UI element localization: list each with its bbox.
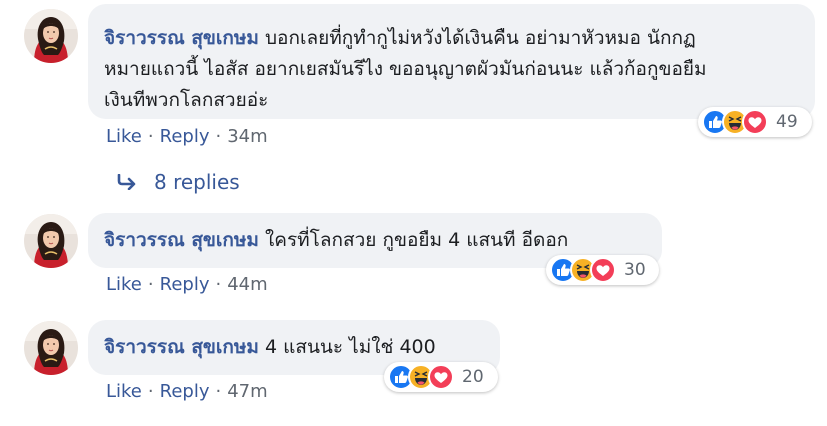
comment-timestamp[interactable]: 47m: [227, 381, 267, 402]
separator-dot: ·: [215, 274, 222, 295]
reaction-icons: [388, 364, 448, 390]
comment-text-line-3: เงินทีพวกโลกสวยอ่ะ: [104, 89, 269, 111]
reaction-icons: [550, 257, 610, 283]
reply-button[interactable]: Reply: [160, 274, 210, 295]
comment-text: ใครที่โลกสวย กูขอยืม 4 แสนที อีดอก: [264, 229, 569, 251]
comment-text: บอกเลยที่กูทำกูไม่หวังได้เงินคืน อย่ามาห…: [264, 27, 696, 49]
reply-button[interactable]: Reply: [160, 381, 210, 402]
reaction-summary[interactable]: 20: [384, 362, 498, 392]
comment-actions: Like · Reply · 34m: [106, 126, 268, 147]
reply-arrow-icon: [117, 174, 136, 190]
avatar-image: [24, 321, 78, 375]
comment-timestamp[interactable]: 34m: [227, 126, 267, 147]
comment-thread: จิราวรรณ สุขเกษม บอกเลยที่กูทำกูไม่หวังได…: [0, 0, 827, 426]
reaction-count: 49: [776, 112, 798, 132]
love-icon: [428, 364, 454, 390]
comment-author[interactable]: จิราวรรณ สุขเกษม: [104, 336, 259, 358]
reaction-count: 20: [462, 367, 484, 387]
comment-text-line-2: หมายแถวนี้ ไอสัส อยากเยสมันรึไง ขออนุญาต…: [104, 58, 707, 80]
love-icon: [742, 109, 768, 135]
replies-count-label[interactable]: 8 replies: [154, 170, 240, 194]
comment-bubble: จิราวรรณ สุขเกษม บอกเลยที่กูทำกูไม่หวังได…: [88, 4, 815, 119]
like-button[interactable]: Like: [106, 274, 142, 295]
separator-dot: ·: [147, 126, 154, 147]
comment-author[interactable]: จิราวรรณ สุขเกษม: [104, 27, 259, 49]
reaction-icons: [702, 109, 762, 135]
avatar-image: [24, 9, 78, 63]
separator-dot: ·: [147, 381, 154, 402]
avatar[interactable]: [24, 214, 78, 268]
comment-text: 4 แสนนะ ไม่ใช่ 400: [264, 336, 436, 358]
separator-dot: ·: [215, 126, 222, 147]
love-icon: [590, 257, 616, 283]
avatar-image: [24, 214, 78, 268]
comment-actions: Like · Reply · 44m: [106, 274, 268, 295]
reply-button[interactable]: Reply: [160, 126, 210, 147]
comment-author[interactable]: จิราวรรณ สุขเกษม: [104, 229, 259, 251]
like-button[interactable]: Like: [106, 381, 142, 402]
separator-dot: ·: [147, 274, 154, 295]
comment-line: จิราวรรณ สุขเกษม บอกเลยที่กูทำกูไม่หวังได…: [104, 23, 799, 54]
reaction-summary[interactable]: 30: [546, 255, 659, 285]
like-button[interactable]: Like: [106, 126, 142, 147]
reaction-count: 30: [624, 260, 646, 280]
comment-timestamp[interactable]: 44m: [227, 274, 267, 295]
reaction-summary[interactable]: 49: [698, 107, 812, 137]
avatar[interactable]: [24, 9, 78, 63]
view-replies-link[interactable]: 8 replies: [116, 170, 240, 194]
separator-dot: ·: [215, 381, 222, 402]
avatar[interactable]: [24, 321, 78, 375]
comment-actions: Like · Reply · 47m: [106, 381, 268, 402]
